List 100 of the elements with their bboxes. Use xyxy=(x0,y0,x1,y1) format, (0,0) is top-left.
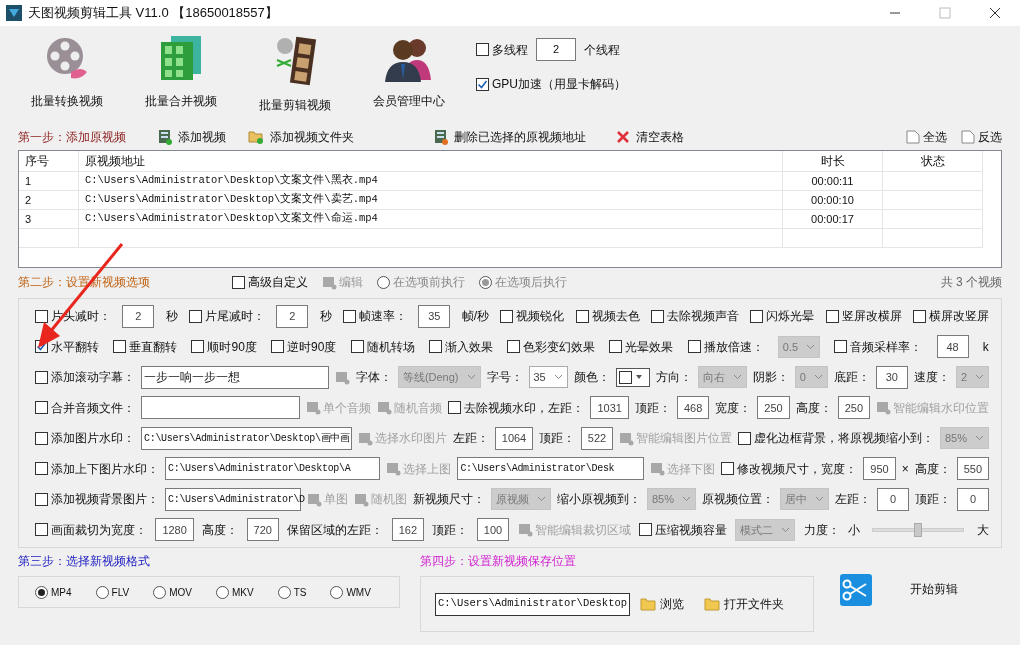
checkbox[interactable]: 去除视频水印，左距： xyxy=(448,398,585,417)
text-field[interactable]: C:\Users\Administrator\Desktop xyxy=(435,592,631,616)
text-field[interactable]: C:\Users\Administrator\Desktop\A xyxy=(165,457,381,481)
number-field[interactable]: 0 xyxy=(957,487,989,511)
radio-button[interactable]: TS xyxy=(277,584,307,600)
radio-button[interactable]: FLV xyxy=(95,584,130,600)
radio-button[interactable]: WMV xyxy=(330,584,371,600)
film-list-icon xyxy=(158,129,172,145)
chevron-down-icon xyxy=(682,496,691,503)
toolbar-button[interactable]: 批量合并视频 xyxy=(124,34,238,110)
table-cell: C:\Users\Administrator\Desktop\文案文件\卖艺.mp4 xyxy=(79,191,783,209)
checkbox[interactable]: 随机转场 xyxy=(350,337,415,356)
action-button[interactable]: 添加视频 xyxy=(158,128,226,146)
check-icon xyxy=(477,78,488,90)
number-field[interactable]: 100 xyxy=(476,518,510,542)
action-button[interactable]: 清空表格 xyxy=(616,128,684,146)
number-field[interactable]: 522 xyxy=(580,426,613,450)
table-cell: C:\Users\Administrator\Desktop\文案文件\黑衣.mp4 xyxy=(79,172,783,190)
checkbox[interactable]: 音频采样率： xyxy=(834,337,923,356)
checkbox[interactable]: 光晕效果 xyxy=(609,337,674,356)
checkbox[interactable]: 画面裁切为宽度： xyxy=(35,520,147,539)
checkbox[interactable]: 帧速率： xyxy=(342,307,407,326)
checkbox[interactable]: 合并音频文件： xyxy=(35,398,135,417)
checkbox[interactable]: 虚化边框背景，将原视频缩小到： xyxy=(737,429,934,448)
close-icon[interactable] xyxy=(989,7,1001,19)
number-field[interactable]: 48 xyxy=(936,335,969,359)
checkbox[interactable]: 片尾减时： xyxy=(189,307,265,326)
checkbox[interactable]: 添加视频背景图片： xyxy=(35,490,159,509)
checkbox[interactable]: 视频锐化 xyxy=(500,307,565,326)
toolbar-button[interactable]: 会员管理中心 xyxy=(352,34,466,110)
table-row[interactable]: 1 C:\Users\Administrator\Desktop\文案文件\黑衣.mp4 00:00:11 xyxy=(19,172,983,191)
checkbox[interactable]: 添加滚动字幕： xyxy=(35,368,135,387)
tool-icon xyxy=(306,400,322,416)
number-field[interactable]: 2 xyxy=(122,304,155,328)
radio-button[interactable]: MP4 xyxy=(35,584,72,600)
number-field[interactable]: 250 xyxy=(837,396,870,420)
browse-button[interactable]: 浏览 xyxy=(640,595,685,613)
maximize-icon[interactable] xyxy=(939,7,951,19)
toolbar-button[interactable]: 批量转换视频 xyxy=(10,34,124,110)
number-field[interactable]: 950 xyxy=(863,457,896,481)
checkbox[interactable]: 逆时90度 xyxy=(271,337,337,356)
checkbox[interactable]: 渐入效果 xyxy=(428,337,493,356)
text-field[interactable]: C:\Users\Administrator\Desktop\画中画 xyxy=(141,426,353,450)
chevron-down-icon xyxy=(806,343,816,350)
checkbox[interactable]: 播放倍速： xyxy=(687,337,764,356)
checkbox[interactable]: 垂直翻转 xyxy=(113,337,178,356)
checkbox[interactable]: 竖屏改横屏 xyxy=(825,307,902,326)
text-field[interactable] xyxy=(141,396,301,420)
checkbox[interactable]: GPU加速（用显卡解码） xyxy=(476,75,626,93)
start-button[interactable]: 开始剪辑 xyxy=(902,580,966,598)
dropdown[interactable]: 35 xyxy=(528,366,568,389)
radio-button[interactable]: MKV xyxy=(215,584,254,600)
number-field[interactable]: 250 xyxy=(757,396,790,420)
invert-selection-button[interactable]: 反选 xyxy=(961,128,1002,146)
checkbox[interactable]: 横屏改竖屏 xyxy=(912,307,989,326)
checkbox[interactable]: 压缩视频容量 xyxy=(638,520,727,539)
number-field[interactable]: 550 xyxy=(956,457,989,481)
checkbox[interactable]: 修改视频尺寸，宽度： xyxy=(721,459,858,478)
slider-thumb[interactable] xyxy=(914,522,923,537)
field-label: 左距： xyxy=(835,491,871,509)
action-button[interactable]: 添加视频文件夹 xyxy=(248,128,354,146)
color-picker[interactable] xyxy=(615,367,650,387)
checkbox[interactable]: 添加图片水印： xyxy=(35,429,135,448)
table-row[interactable]: 2 C:\Users\Administrator\Desktop\文案文件\卖艺.mp4 00:00:10 xyxy=(19,191,983,210)
number-field[interactable]: 468 xyxy=(676,396,710,420)
table-cell: 00:00:17 xyxy=(783,210,883,228)
checkbox[interactable]: 高级自定义 xyxy=(232,273,308,291)
number-field[interactable]: 720 xyxy=(246,518,279,542)
number-field[interactable]: 162 xyxy=(391,518,425,542)
checkbox[interactable]: 顺时90度 xyxy=(191,337,257,356)
checkbox[interactable]: 去除视频声音 xyxy=(650,307,739,326)
column-header[interactable]: 序号 xyxy=(19,151,79,171)
number-field[interactable]: 30 xyxy=(875,365,908,389)
number-field[interactable]: 1031 xyxy=(590,396,629,420)
number-field[interactable]: 2 xyxy=(276,304,309,328)
radio-button[interactable]: MOV xyxy=(153,584,192,600)
select-all-button[interactable]: 全选 xyxy=(906,128,947,146)
checkbox[interactable]: 色彩变幻效果 xyxy=(507,337,596,356)
number-field[interactable]: 1064 xyxy=(495,426,533,450)
number-field[interactable]: 1280 xyxy=(155,518,194,542)
number-field[interactable]: 0 xyxy=(877,487,909,511)
checkbox[interactable]: 添加上下图片水印： xyxy=(35,459,159,478)
text-field[interactable]: 一步一响一步一想 xyxy=(141,365,329,389)
column-header[interactable]: 状态 xyxy=(883,151,983,171)
column-header[interactable]: 原视频地址 xyxy=(79,151,783,171)
number-field[interactable]: 35 xyxy=(418,304,451,328)
field-label: 高度： xyxy=(795,399,832,417)
field-label: 帧/秒 xyxy=(461,308,489,326)
text-field[interactable]: C:\Users\Administrator\Desk xyxy=(457,457,645,481)
checkbox[interactable]: 视频去色 xyxy=(575,307,640,326)
action-button[interactable]: 删除已选择的原视频地址 xyxy=(434,128,586,146)
number-field[interactable]: 2 xyxy=(536,38,576,61)
open-folder-button[interactable]: 打开文件夹 xyxy=(704,595,785,613)
toolbar-button[interactable]: 批量剪辑视频 xyxy=(238,34,352,114)
field-label: 顶距： xyxy=(634,399,671,417)
format-button[interactable] xyxy=(334,369,350,385)
checkbox[interactable]: 闪烁光晕 xyxy=(750,307,815,326)
column-header[interactable]: 时长 xyxy=(783,151,883,171)
table-row[interactable]: 3 C:\Users\Administrator\Desktop\文案文件\命运.mp4 00:00:17 xyxy=(19,210,983,229)
checkbox[interactable]: 多线程 xyxy=(476,40,528,59)
